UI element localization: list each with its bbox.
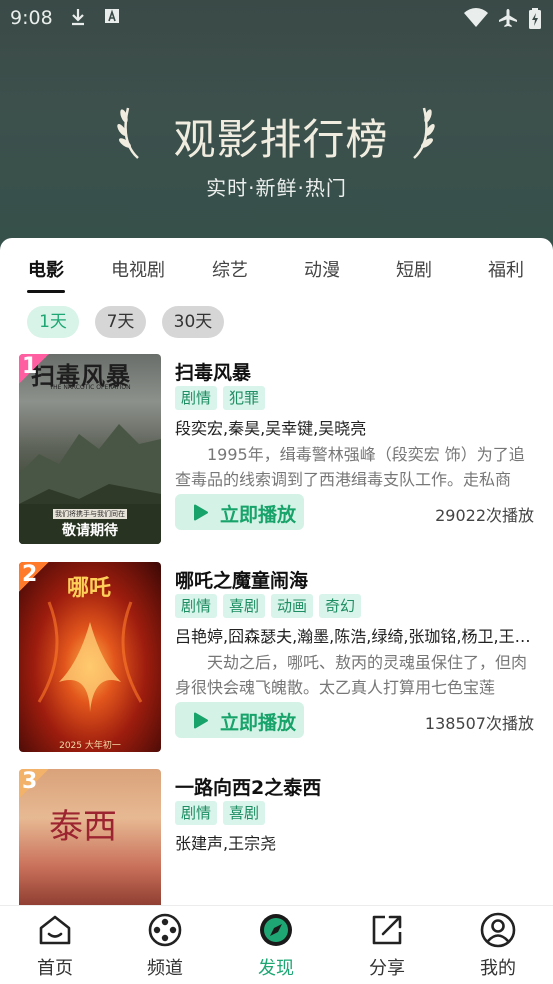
hero-subtitle: 实时·新鲜·热门 bbox=[206, 176, 347, 200]
nav-share[interactable]: 分享 bbox=[347, 912, 427, 980]
period-7days[interactable]: 7天 bbox=[95, 306, 146, 338]
genre-tag: 动画 bbox=[271, 594, 314, 618]
genre-tag: 剧情 bbox=[175, 594, 218, 618]
item-title[interactable]: 一路向西2之泰西 bbox=[175, 773, 321, 800]
nav-discover[interactable]: 发现 bbox=[236, 912, 316, 980]
genre-tag: 喜剧 bbox=[223, 594, 266, 618]
play-count: 29022次播放 bbox=[435, 506, 534, 525]
download-icon bbox=[70, 8, 86, 30]
genre-tags: 剧情 喜剧 bbox=[175, 801, 271, 827]
profile-icon bbox=[480, 912, 516, 948]
tab-short-drama[interactable]: 短剧 bbox=[396, 256, 432, 282]
poster-title-text: 哪吒 bbox=[67, 576, 112, 601]
play-now-label: 立即播放 bbox=[220, 504, 297, 526]
genre-tag: 奇幻 bbox=[319, 594, 362, 618]
play-now-button[interactable]: 立即播放 bbox=[175, 494, 304, 530]
genre-tag: 犯罪 bbox=[223, 386, 266, 410]
play-now-button[interactable]: 立即播放 bbox=[175, 702, 304, 738]
poster-bottom-text: 敬请期待 bbox=[62, 523, 118, 539]
bottom-navigation: 首页 频道 发现 分享 我的 bbox=[0, 905, 553, 984]
tab-anime[interactable]: 动漫 bbox=[304, 256, 340, 282]
poster-subtitle-text: THE NARCOTIC OPERATION bbox=[49, 384, 131, 391]
poster-image[interactable]: 泰西 3 bbox=[19, 769, 161, 909]
rank-badge: 2 bbox=[19, 562, 49, 592]
item-title[interactable]: 扫毒风暴 bbox=[175, 358, 251, 385]
play-count: 138507次播放 bbox=[424, 714, 534, 733]
genre-tag: 喜剧 bbox=[223, 801, 266, 825]
cast-list: 段奕宏,秦昊,吴幸键,吴晓亮 bbox=[175, 419, 367, 438]
nav-discover-label: 发现 bbox=[258, 958, 294, 979]
airplane-icon bbox=[497, 8, 519, 32]
hero-banner: 9:08 观影排行榜 实时·新鲜·热门 bbox=[0, 0, 553, 260]
nav-channels-label: 频道 bbox=[147, 958, 183, 979]
description: 天劫之后，哪吒、敖丙的灵魂虽保住了，但肉身很快会魂飞魄散。太乙真人打算用七色宝莲 bbox=[175, 653, 528, 697]
tab-welfare[interactable]: 福利 bbox=[488, 256, 524, 282]
laurel-left-icon bbox=[114, 102, 144, 166]
poster-title-text: 泰西 bbox=[49, 807, 117, 847]
nav-home[interactable]: 首页 bbox=[15, 912, 95, 980]
category-tabs: 电影 电视剧 综艺 动漫 短剧 福利 bbox=[0, 256, 553, 296]
wifi-icon bbox=[463, 8, 489, 32]
list-item[interactable]: 泰西 3 一路向西2之泰西 剧情 喜剧 张建声,王宗尧 bbox=[0, 769, 553, 909]
description: 1995年，缉毒警林强峰（段奕宏 饰）为了追查毒品的线索调到了西港缉毒支队工作。… bbox=[175, 445, 525, 489]
item-title[interactable]: 哪吒之魔童闹海 bbox=[175, 566, 308, 593]
tab-variety[interactable]: 综艺 bbox=[212, 256, 248, 282]
ranking-panel: 电影 电视剧 综艺 动漫 短剧 福利 1天 7天 30天 扫毒风暴 THE NA… bbox=[0, 238, 553, 983]
genre-tag: 剧情 bbox=[175, 801, 218, 825]
nav-home-label: 首页 bbox=[37, 958, 73, 979]
poster-image[interactable]: 哪吒 2025 大年初一 2 bbox=[19, 562, 161, 752]
poster-image[interactable]: 扫毒风暴 THE NARCOTIC OPERATION 我们将携手与我们同在 敬… bbox=[19, 354, 161, 544]
status-time: 9:08 bbox=[10, 7, 53, 29]
status-bar: 9:08 bbox=[0, 0, 553, 36]
list-item[interactable]: 哪吒 2025 大年初一 2 哪吒之魔童闹海 剧情 喜剧 动画 奇幻 吕艳婷,囧森瑟夫… bbox=[0, 562, 553, 752]
hero-title: 观影排行榜 bbox=[173, 115, 389, 164]
home-icon bbox=[39, 915, 71, 945]
period-1day[interactable]: 1天 bbox=[27, 306, 79, 338]
play-icon bbox=[194, 504, 208, 521]
play-now-label: 立即播放 bbox=[220, 712, 297, 734]
battery-icon bbox=[528, 8, 542, 34]
font-a-icon bbox=[104, 8, 120, 28]
compass-icon bbox=[260, 914, 292, 946]
tab-movies[interactable]: 电影 bbox=[28, 256, 64, 282]
poster-bottom-text: 2025 大年初一 bbox=[59, 741, 121, 751]
laurel-right-icon bbox=[408, 102, 438, 166]
cast-list: 张建声,王宗尧 bbox=[175, 834, 277, 853]
poster-caption-text: 我们将携手与我们同在 bbox=[53, 509, 127, 519]
play-icon bbox=[194, 712, 208, 729]
genre-tags: 剧情 犯罪 bbox=[175, 386, 271, 412]
film-reel-icon bbox=[148, 913, 182, 947]
rank-badge: 3 bbox=[19, 769, 49, 799]
share-icon bbox=[372, 915, 402, 945]
tab-tv-series[interactable]: 电视剧 bbox=[111, 256, 165, 282]
active-tab-indicator bbox=[27, 290, 65, 293]
rank-badge: 1 bbox=[19, 354, 49, 384]
nav-profile-label: 我的 bbox=[480, 958, 516, 979]
cast-list: 吕艳婷,囧森瑟夫,瀚墨,陈浩,绿绮,张珈铭,杨卫,王… bbox=[175, 627, 531, 646]
period-30days[interactable]: 30天 bbox=[162, 306, 224, 338]
list-item[interactable]: 扫毒风暴 THE NARCOTIC OPERATION 我们将携手与我们同在 敬… bbox=[0, 354, 553, 544]
genre-tags: 剧情 喜剧 动画 奇幻 bbox=[175, 594, 367, 620]
nav-profile[interactable]: 我的 bbox=[458, 912, 538, 980]
nav-channels[interactable]: 频道 bbox=[125, 912, 205, 980]
nav-share-label: 分享 bbox=[369, 958, 405, 979]
genre-tag: 剧情 bbox=[175, 386, 218, 410]
hero-title-row: 观影排行榜 bbox=[0, 98, 553, 168]
